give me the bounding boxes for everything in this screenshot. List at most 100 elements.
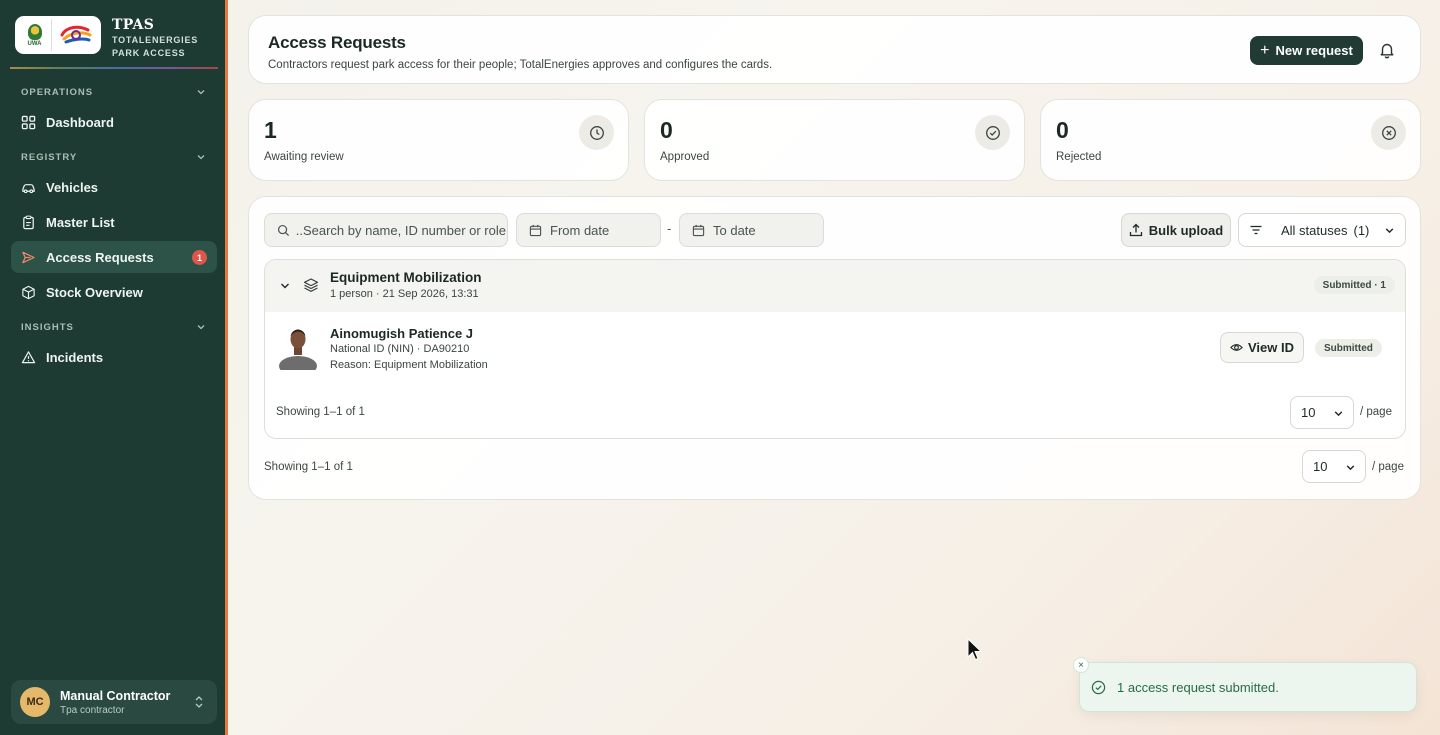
sidebar-item-vehicles[interactable]: Vehicles bbox=[11, 171, 217, 203]
sidebar-item-access-requests[interactable]: Access Requests 1 bbox=[11, 241, 217, 273]
user-menu[interactable]: MC Manual Contractor Tpa contractor bbox=[11, 680, 217, 724]
sidebar-item-master-list[interactable]: Master List bbox=[11, 206, 217, 238]
from-date-field[interactable]: From date bbox=[516, 213, 661, 247]
person-id: National ID (NIN) · DA90210 bbox=[330, 343, 470, 355]
person-reason: Reason: Equipment Mobilization bbox=[330, 359, 488, 371]
sidebar-item-label: Vehicles bbox=[46, 179, 99, 195]
clipboard-icon bbox=[23, 215, 34, 229]
notification-badge: 1 bbox=[192, 250, 207, 265]
list-item: Ainomugish Patience J National ID (NIN) … bbox=[265, 312, 1405, 386]
car-icon bbox=[22, 183, 35, 193]
search-box[interactable] bbox=[264, 213, 508, 247]
clock-icon bbox=[589, 125, 604, 140]
plus-icon: + bbox=[1260, 41, 1270, 59]
check-circle-icon bbox=[1091, 680, 1106, 695]
sidebar-item-label: Access Requests bbox=[46, 249, 154, 265]
per-page-label: / page bbox=[1372, 461, 1404, 473]
stat-label: Awaiting review bbox=[264, 151, 344, 163]
brand-text: TPAS TOTALENERGIES PARK ACCESS bbox=[112, 17, 198, 59]
group-meta: 1 person · 21 Sep 2026, 13:31 bbox=[330, 288, 479, 300]
sidebar-item-stock-overview[interactable]: Stock Overview bbox=[11, 276, 217, 308]
totalenergies-logo bbox=[60, 25, 92, 44]
stat-label: Approved bbox=[660, 151, 710, 163]
check-circle-icon bbox=[985, 125, 1000, 140]
filter-icon bbox=[1250, 225, 1262, 235]
status-badge: Submitted · 1 bbox=[1313, 276, 1395, 294]
brand-name: TPAS bbox=[112, 17, 155, 33]
upload-icon bbox=[1129, 223, 1142, 237]
brand-subtitle-2: PARK ACCESS bbox=[112, 48, 186, 58]
stat-awaiting-review: 1 Awaiting review bbox=[248, 99, 629, 181]
grid-icon bbox=[21, 115, 36, 129]
status-badge: Submitted bbox=[1315, 339, 1382, 357]
page-subtitle: Contractors request park access for thei… bbox=[268, 59, 773, 71]
stat-rejected: 0 Rejected bbox=[1040, 99, 1421, 181]
new-request-button[interactable]: + New request bbox=[1250, 36, 1363, 65]
pagination-summary: Showing 1–1 of 1 bbox=[276, 406, 365, 418]
layers-icon bbox=[303, 278, 319, 292]
brand-divider bbox=[10, 67, 218, 69]
chevron-down-icon[interactable] bbox=[196, 87, 206, 97]
sidebar-item-label: Stock Overview bbox=[46, 284, 143, 300]
chevron-down-icon bbox=[1346, 465, 1355, 471]
request-group-header[interactable]: Equipment Mobilization 1 person · 21 Sep… bbox=[265, 260, 1405, 312]
sidebar-item-dashboard[interactable]: Dashboard bbox=[11, 106, 217, 138]
page-size-select[interactable]: 10 bbox=[1302, 450, 1366, 483]
stat-value: 0 bbox=[660, 117, 673, 143]
stat-label: Rejected bbox=[1056, 151, 1102, 163]
page-size-select[interactable]: 10 bbox=[1290, 396, 1354, 429]
brand-logo[interactable]: UWA bbox=[15, 16, 101, 54]
date-separator: - bbox=[667, 221, 672, 236]
requests-panel: From date - To date Bulk upload All stat… bbox=[248, 196, 1421, 500]
to-date-field[interactable]: To date bbox=[679, 213, 824, 247]
avatar: MC bbox=[20, 687, 50, 717]
toast-notification: 1 access request submitted. bbox=[1079, 662, 1417, 712]
bell-icon[interactable] bbox=[1378, 41, 1396, 59]
sidebar-item-label: Incidents bbox=[46, 349, 104, 365]
chevron-down-icon bbox=[1334, 411, 1343, 417]
search-icon bbox=[277, 224, 290, 236]
user-name: Manual Contractor bbox=[60, 688, 171, 703]
sidebar-item-incidents[interactable]: Incidents bbox=[11, 341, 217, 373]
page-header: Access Requests Contractors request park… bbox=[248, 15, 1421, 84]
eye-icon bbox=[1230, 344, 1243, 351]
toast-message: 1 access request submitted. bbox=[1117, 680, 1279, 695]
group-pagination: Showing 1–1 of 1 10 / page bbox=[265, 386, 1405, 438]
chevron-down-icon bbox=[1385, 228, 1394, 234]
mouse-cursor-icon bbox=[967, 638, 983, 661]
stat-value: 0 bbox=[1056, 117, 1069, 143]
section-registry[interactable]: REGISTRY bbox=[21, 152, 77, 163]
section-operations[interactable]: OPERATIONS bbox=[21, 87, 93, 98]
person-name: Ainomugish Patience J bbox=[330, 326, 474, 341]
box-icon bbox=[22, 285, 35, 299]
send-icon bbox=[22, 251, 35, 263]
chevron-down-icon[interactable] bbox=[279, 280, 291, 292]
person-photo bbox=[279, 329, 317, 370]
sidebar: UWA TPAS TOTALENERGIES PARK ACCESS OPERA… bbox=[0, 0, 228, 735]
stat-value: 1 bbox=[264, 117, 277, 143]
bulk-upload-button[interactable]: Bulk upload bbox=[1121, 213, 1231, 247]
stat-approved: 0 Approved bbox=[644, 99, 1025, 181]
warning-icon bbox=[21, 350, 36, 363]
calendar-icon bbox=[692, 224, 705, 236]
search-input[interactable] bbox=[296, 222, 506, 238]
section-insights[interactable]: INSIGHTS bbox=[21, 322, 74, 333]
brand-subtitle-1: TOTALENERGIES bbox=[112, 35, 199, 45]
chevron-down-icon[interactable] bbox=[196, 322, 206, 332]
pagination-summary: Showing 1–1 of 1 bbox=[264, 461, 353, 473]
x-circle-icon bbox=[1381, 125, 1396, 140]
per-page-label: / page bbox=[1360, 406, 1392, 418]
group-title: Equipment Mobilization bbox=[330, 270, 482, 285]
page-title: Access Requests bbox=[268, 33, 406, 52]
sidebar-item-label: Dashboard bbox=[46, 114, 114, 130]
close-icon[interactable]: × bbox=[1073, 657, 1089, 673]
sidebar-item-label: Master List bbox=[46, 214, 115, 230]
uwa-logo: UWA bbox=[22, 19, 52, 51]
chevron-up-down-icon bbox=[195, 696, 203, 708]
user-role: Tpa contractor bbox=[60, 704, 125, 716]
calendar-icon bbox=[529, 224, 542, 236]
view-id-button[interactable]: View ID bbox=[1220, 332, 1304, 363]
chevron-down-icon[interactable] bbox=[196, 152, 206, 162]
status-filter-select[interactable]: All statuses (1) bbox=[1238, 213, 1406, 247]
request-group: Equipment Mobilization 1 person · 21 Sep… bbox=[264, 259, 1406, 439]
